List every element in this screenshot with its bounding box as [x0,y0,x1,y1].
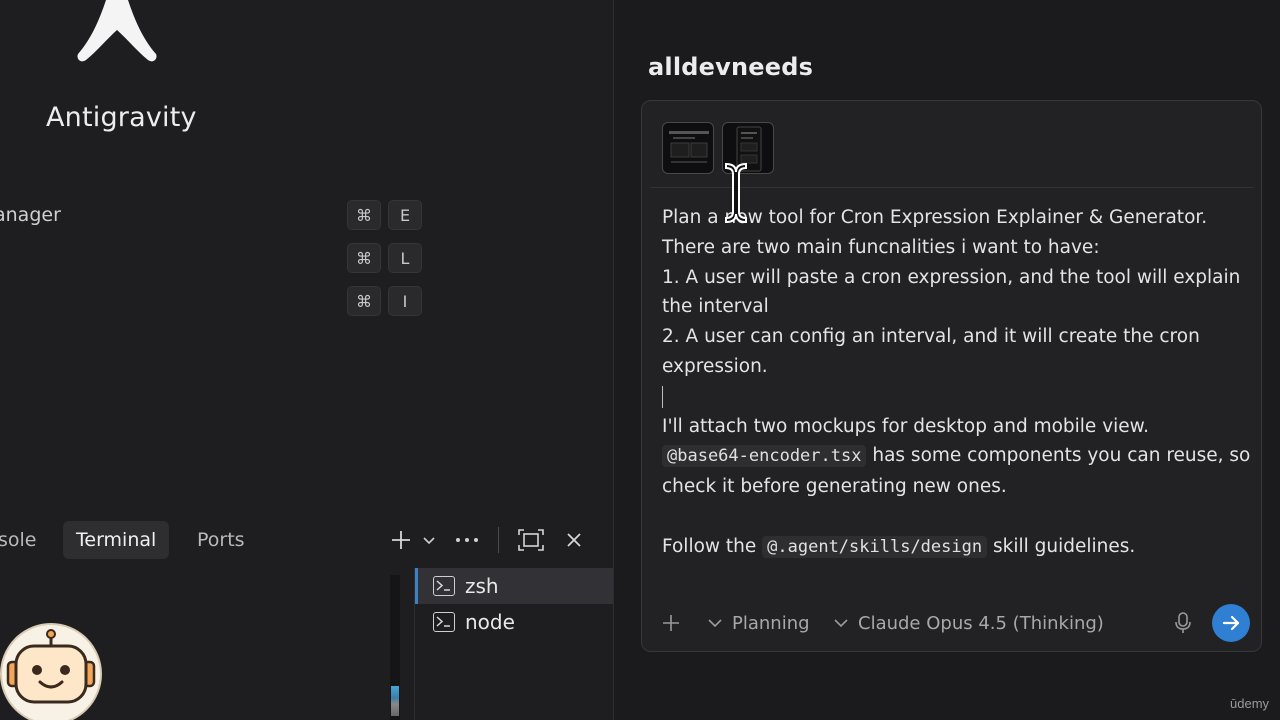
chevron-down-icon [834,619,848,628]
terminal-icon [433,576,455,596]
shortcut-modifier-key: ⌘ [347,286,381,316]
shortcut-key: I [388,286,422,316]
mode-select[interactable]: Planning [707,610,810,636]
model-select-label: Claude Opus 4.5 (Thinking) [858,612,1104,634]
prompt-line: 1. A user will paste a cron expression, … [662,266,1247,318]
chevron-down-icon [708,619,722,628]
arrow-right-icon [1222,615,1240,631]
prompt-text[interactable]: Plan a new tool for Cron Expression Expl… [662,203,1252,563]
workspace-title: alldevneeds [648,53,814,81]
mockup-image-icon [669,131,709,163]
new-terminal-button[interactable] [388,527,414,553]
prompt-line: Plan a new tool for Cron Expression Expl… [662,207,1208,228]
tab-divider [498,527,499,553]
panel-tab-bar: sole Terminal Ports [0,515,613,565]
mode-select-label: Planning [732,612,810,634]
add-context-button[interactable] [661,610,681,636]
terminal-icon [433,612,455,632]
text-caret-line [662,382,1252,412]
chevron-down-icon [423,537,435,545]
prompt-line: 2. A user can config an interval, and it… [662,326,1206,377]
prompt-line-text: skill guidelines. [987,535,1136,557]
terminal-item-node[interactable]: node [415,604,613,640]
skill-mention-chip[interactable]: @.agent/skills/design [762,535,988,558]
prompt-line: There are two main funcnalities i want t… [662,236,1100,258]
file-mention-chip[interactable]: @base64-encoder.tsx [662,445,867,468]
tab-terminal[interactable]: Terminal [63,521,170,559]
blank-line: ​ [662,502,1252,532]
app-title: Antigravity [46,102,197,133]
maximize-icon [518,529,544,551]
terminal-item-label: node [465,610,515,634]
shortcut-key: E [388,200,422,230]
send-button[interactable] [1212,604,1250,642]
shortcut-label-agent-manager: anager [0,204,61,226]
close-panel-button[interactable] [563,527,585,553]
udemy-watermark: ūdemy [1230,696,1270,711]
terminal-scrollbar-thumb[interactable] [391,686,399,716]
microphone-icon [1175,612,1191,633]
attachment-thumbnail-desktop[interactable] [662,122,714,174]
shortcut-modifier-key: ⌘ [347,243,381,273]
prompt-line-mention: @base64-encoder.tsx has some components … [662,441,1252,502]
more-actions-button[interactable] [454,527,480,553]
plus-icon [663,615,679,631]
terminal-profile-dropdown[interactable] [420,527,438,553]
text-caret [662,385,663,408]
antigravity-logo-icon [77,0,157,62]
prompt-line-text: Follow the [662,535,763,557]
prompt-line-mention: Follow the @.agent/skills/design skill g… [662,532,1252,563]
tab-debug-console[interactable]: sole [0,521,37,559]
voice-input-button[interactable] [1173,610,1193,636]
close-icon [567,533,581,547]
mouse-ibeam-cursor-icon [725,162,747,224]
robot-avatar-icon [0,623,102,720]
composer-toolbar: Planning Claude Opus 4.5 (Thinking) [641,600,1262,646]
shortcut-modifier-key: ⌘ [347,200,381,230]
model-select[interactable]: Claude Opus 4.5 (Thinking) [833,610,1104,636]
shortcut-key: L [388,243,422,273]
prompt-line: I'll attach two mockups for desktop and … [662,415,1149,437]
ellipsis-icon [456,538,478,542]
maximize-panel-button[interactable] [517,527,545,553]
plus-icon [392,531,410,549]
terminal-item-label: zsh [465,574,499,598]
tab-ports[interactable]: Ports [197,521,245,559]
terminal-item-zsh[interactable]: zsh [415,568,613,604]
